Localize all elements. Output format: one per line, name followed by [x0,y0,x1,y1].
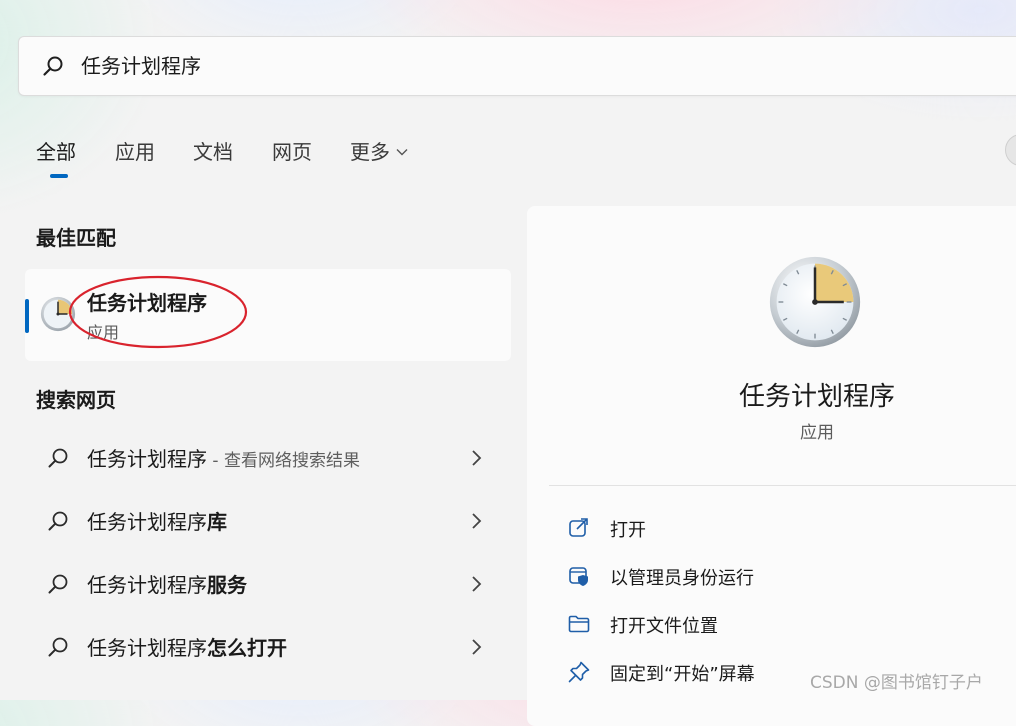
tab-documents[interactable]: 文档 [193,136,233,165]
action-open-file-location-label: 打开文件位置 [610,616,718,637]
chevron-right-icon [472,576,482,592]
web-result-label: 任务计划程序服务 [87,569,247,598]
pin-icon [568,661,590,683]
best-match-heading: 最佳匹配 [36,226,116,250]
action-open[interactable]: 打开 [563,508,1016,548]
task-scheduler-clock-icon [769,256,861,348]
action-run-as-admin-label: 以管理员身份运行 [610,568,754,589]
search-icon [43,56,63,76]
divider [549,485,1016,486]
search-input[interactable]: 任务计划程序 [81,52,201,80]
detail-app-name: 任务计划程序 [738,382,895,412]
chevron-down-icon [396,149,408,156]
watermark: CSDN @图书馆钉子户 [810,673,983,693]
active-tab-indicator [50,174,68,178]
web-result-query: 任务计划程序 [87,510,207,534]
tab-more[interactable]: 更多 [350,136,408,165]
web-result-label: 任务计划程序怎么打开 [87,632,287,661]
search-icon [48,511,68,531]
web-result-item[interactable]: 任务计划程序怎么打开 [30,622,500,672]
web-result-suffix: 库 [207,510,227,534]
action-open-label: 打开 [610,520,646,541]
action-pin-to-start-label: 固定到“开始”屏幕 [610,664,755,685]
tab-more-label: 更多 [350,140,390,164]
action-run-as-admin[interactable]: 以管理员身份运行 [563,556,1016,596]
web-result-item[interactable]: 任务计划程序服务 [30,559,500,609]
web-result-suffix: 怎么打开 [207,636,287,660]
web-result-label: 任务计划程序 - 查看网络搜索结果 [87,443,360,472]
tab-web[interactable]: 网页 [272,136,312,165]
tab-apps[interactable]: 应用 [115,136,155,165]
detail-app-type: 应用 [800,423,834,443]
web-result-suffix: 服务 [207,573,247,597]
web-result-label: 任务计划程序库 [87,506,227,535]
chevron-right-icon [472,450,482,466]
web-result-hint: - 查看网络搜索结果 [207,451,360,471]
tab-all[interactable]: 全部 [36,136,76,165]
web-result-item[interactable]: 任务计划程序 - 查看网络搜索结果 [30,433,500,483]
web-result-item[interactable]: 任务计划程序库 [30,496,500,546]
search-bar[interactable]: 任务计划程序 [18,36,1016,96]
action-open-file-location[interactable]: 打开文件位置 [563,604,1016,644]
search-icon [48,448,68,468]
web-result-query: 任务计划程序 [87,573,207,597]
web-result-query: 任务计划程序 [87,636,207,660]
folder-icon [568,615,590,633]
open-external-icon [569,518,588,537]
web-result-query: 任务计划程序 [87,447,207,471]
account-avatar[interactable] [1005,134,1016,166]
search-icon [48,637,68,657]
chevron-right-icon [472,639,482,655]
chevron-right-icon [472,513,482,529]
best-match-subtitle: 应用 [87,323,120,342]
search-icon [48,574,68,594]
best-match-item[interactable]: 任务计划程序 应用 [25,269,511,361]
admin-shield-icon [569,567,588,586]
selection-indicator [25,299,29,333]
web-search-heading: 搜索网页 [36,388,116,412]
best-match-title: 任务计划程序 [87,291,207,315]
task-scheduler-clock-icon [40,296,76,332]
app-detail-panel: 任务计划程序 应用 打开 以管理员身份运行 打开文件位置 固定到“开始”屏幕 [527,206,1016,726]
